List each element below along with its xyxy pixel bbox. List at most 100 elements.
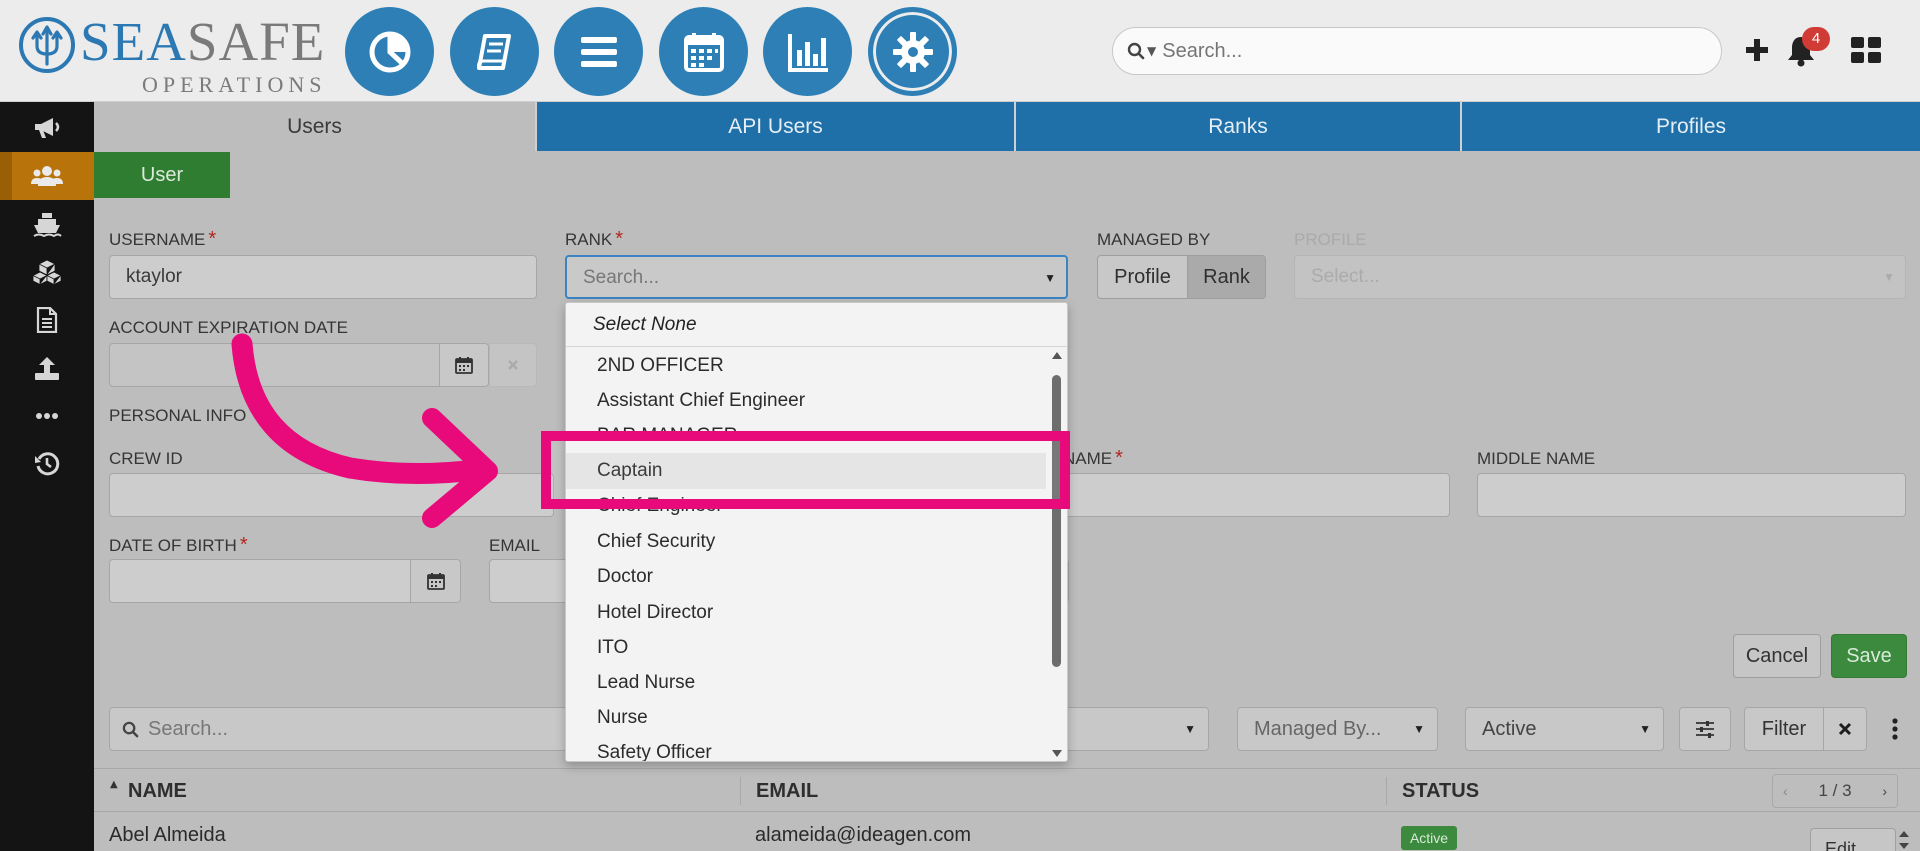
subtab-user[interactable]: User bbox=[94, 152, 230, 198]
prev-page-icon[interactable]: ‹ bbox=[1783, 783, 1788, 799]
status-badge: Active bbox=[1401, 826, 1457, 850]
username-label: USERNAME * bbox=[109, 228, 217, 250]
tab-ranks[interactable]: Ranks bbox=[1014, 102, 1460, 151]
rank-option-select-none[interactable]: Select None bbox=[566, 303, 1067, 347]
scroll-down-icon[interactable] bbox=[1052, 750, 1062, 757]
global-search-input[interactable] bbox=[1162, 39, 1683, 63]
profile-select[interactable]: Select... ▼ bbox=[1294, 255, 1906, 299]
book-icon bbox=[476, 33, 511, 70]
nav-dashboard-button[interactable] bbox=[345, 7, 434, 96]
filter-button[interactable]: Filter bbox=[1744, 707, 1824, 751]
save-button[interactable]: Save bbox=[1831, 634, 1907, 678]
tab-profiles[interactable]: Profiles bbox=[1460, 102, 1920, 151]
dob-calendar-button[interactable] bbox=[410, 559, 461, 603]
cancel-button[interactable]: Cancel bbox=[1733, 634, 1821, 678]
clear-filter-button[interactable] bbox=[1823, 707, 1867, 751]
rank-option[interactable]: Doctor bbox=[566, 559, 1046, 595]
column-header-email[interactable]: EMAIL bbox=[756, 769, 818, 813]
column-divider bbox=[740, 777, 741, 805]
nav-calendar-button[interactable] bbox=[659, 7, 748, 96]
column-header-name[interactable]: NAME bbox=[128, 769, 187, 813]
highlight-box bbox=[541, 431, 1070, 509]
plus-icon bbox=[1746, 39, 1768, 61]
scroll-down-icon[interactable] bbox=[1899, 843, 1909, 849]
last-name-field[interactable] bbox=[1063, 473, 1450, 517]
sliders-icon bbox=[1696, 721, 1714, 738]
managed-by-filter-select[interactable]: Managed By... ▼ bbox=[1237, 707, 1438, 751]
table-search-placeholder: Search... bbox=[148, 718, 229, 740]
bar-chart-icon bbox=[787, 33, 828, 72]
scroll-up-icon[interactable] bbox=[1899, 831, 1909, 837]
calendar-icon bbox=[426, 573, 445, 590]
tab-users[interactable]: Users bbox=[94, 102, 535, 151]
rank-option[interactable]: 2ND OFFICER bbox=[566, 348, 1046, 384]
column-settings-button[interactable] bbox=[1679, 707, 1731, 751]
caret-down-icon: ▼ bbox=[1044, 271, 1056, 285]
users-icon bbox=[31, 166, 63, 186]
grid-icon bbox=[1851, 37, 1881, 63]
nav-list-button[interactable] bbox=[554, 7, 643, 96]
nav-logbook-button[interactable] bbox=[450, 7, 539, 96]
nav-settings-button[interactable] bbox=[868, 7, 957, 96]
managed-by-rank-button[interactable]: Rank bbox=[1187, 255, 1266, 299]
chevron-down-icon: ▼ bbox=[1147, 44, 1157, 58]
rank-select[interactable]: Search... ▼ bbox=[565, 255, 1068, 299]
app-logo[interactable]: SEASAFE OPERATIONS bbox=[18, 12, 324, 97]
dropdown-scrollbar-thumb[interactable] bbox=[1052, 375, 1061, 667]
sidebar-item-documents[interactable] bbox=[0, 296, 94, 344]
document-icon bbox=[36, 307, 58, 333]
edit-row-button[interactable]: Edit bbox=[1810, 828, 1896, 851]
notification-badge: 4 bbox=[1802, 27, 1830, 51]
sidebar-item-inventory[interactable] bbox=[0, 248, 94, 296]
gear-icon bbox=[892, 31, 933, 72]
dob-field[interactable] bbox=[109, 559, 411, 603]
table-cell-name[interactable]: Abel Almeida bbox=[109, 824, 226, 847]
sidebar-item-vessels[interactable] bbox=[0, 200, 94, 248]
rank-option[interactable]: Nurse bbox=[566, 700, 1046, 736]
next-page-icon[interactable]: › bbox=[1882, 783, 1887, 799]
boxes-icon bbox=[32, 259, 62, 285]
tab-api-users[interactable]: API Users bbox=[535, 102, 1014, 151]
pie-chart-icon bbox=[369, 31, 410, 72]
status-filter-select[interactable]: Active ▼ bbox=[1465, 707, 1664, 751]
sidebar-item-announcements[interactable] bbox=[0, 104, 94, 152]
rank-option[interactable]: Chief Security bbox=[566, 524, 1046, 560]
sidebar-item-upload[interactable] bbox=[0, 344, 94, 392]
sidebar-item-history[interactable] bbox=[0, 440, 94, 488]
scroll-up-icon[interactable] bbox=[1052, 352, 1062, 359]
table-options-button[interactable] bbox=[1880, 707, 1910, 751]
trident-logo-icon bbox=[19, 17, 75, 73]
crew-id-label: CREW ID bbox=[109, 449, 183, 468]
sidebar-item-users[interactable] bbox=[0, 152, 94, 200]
managed-by-label: MANAGED BY bbox=[1097, 230, 1211, 249]
column-header-status[interactable]: STATUS bbox=[1402, 769, 1479, 813]
status-filter-value: Active bbox=[1482, 718, 1537, 740]
page-indicator: 1 / 3 bbox=[1818, 781, 1852, 800]
middle-name-field[interactable] bbox=[1477, 473, 1906, 517]
managed-by-profile-button[interactable]: Profile bbox=[1097, 255, 1188, 299]
rank-options-list[interactable]: 2ND OFFICER Assistant Chief Engineer BAR… bbox=[566, 348, 1067, 761]
rank-option[interactable]: Assistant Chief Engineer bbox=[566, 383, 1046, 419]
logo-subtitle: OPERATIONS bbox=[142, 72, 327, 97]
rank-option[interactable]: Lead Nurse bbox=[566, 665, 1046, 701]
username-field[interactable]: ktaylor bbox=[109, 255, 537, 299]
sidebar-item-more[interactable] bbox=[0, 392, 94, 440]
search-icon bbox=[122, 721, 139, 738]
close-icon bbox=[1838, 722, 1852, 736]
apps-grid-button[interactable] bbox=[1846, 30, 1886, 70]
nav-reports-button[interactable] bbox=[763, 7, 852, 96]
add-button[interactable] bbox=[1737, 30, 1777, 70]
top-header: SEASAFE OPERATIONS ▼ 4 bbox=[0, 0, 1920, 102]
list-icon bbox=[580, 36, 617, 67]
middle-name-label: MIDDLE NAME bbox=[1477, 449, 1596, 468]
rank-option[interactable]: ITO bbox=[566, 630, 1046, 666]
search-icon bbox=[1127, 42, 1145, 60]
rank-option[interactable]: Hotel Director bbox=[566, 595, 1046, 631]
calendar-icon bbox=[683, 32, 724, 72]
email-label: EMAIL bbox=[489, 536, 541, 555]
caret-down-icon: ▼ bbox=[1883, 270, 1895, 284]
global-search[interactable]: ▼ bbox=[1112, 27, 1722, 75]
rank-option[interactable]: Safety Officer bbox=[566, 735, 1046, 761]
caret-down-icon: ▼ bbox=[1413, 722, 1425, 736]
history-icon bbox=[35, 452, 60, 476]
